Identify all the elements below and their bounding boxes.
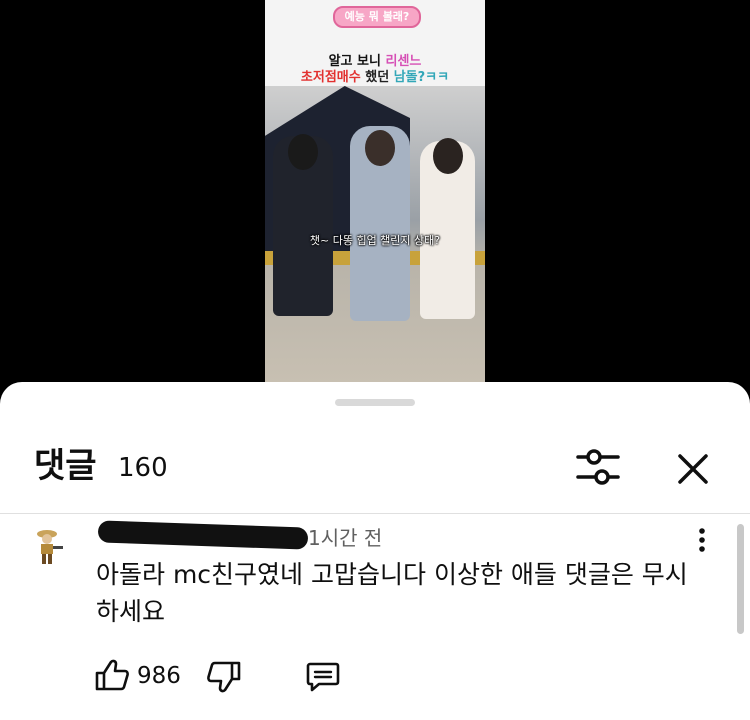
sort-filter-button[interactable] [574, 445, 622, 489]
comment-avatar[interactable] [30, 524, 66, 566]
like-count: 986 [137, 663, 181, 689]
comments-title: 댓글 [34, 446, 97, 486]
close-icon [678, 454, 708, 484]
sliders-icon [576, 449, 620, 485]
thumbs-up-icon [95, 659, 129, 691]
video-headline-line2: 초저점매수 했던 남돌?ㅋㅋ [300, 70, 450, 85]
reply-button[interactable] [305, 660, 341, 694]
scrollbar[interactable] [737, 524, 744, 634]
drag-handle[interactable] [335, 399, 415, 406]
avatar-icon [30, 524, 66, 566]
comments-sheet: 댓글 160 1시간 전 아돌라 mc친구였네 고맙습니다 이상한 애들 댓글은… [0, 382, 750, 720]
video-caption: 챗~ 다똥 힙업 챌린지 상태? [309, 234, 441, 247]
comments-count: 160 [118, 453, 168, 483]
author-name-redacted[interactable] [97, 520, 309, 550]
dislike-button[interactable] [206, 660, 242, 694]
head-left [288, 134, 318, 170]
close-button[interactable] [672, 448, 714, 490]
header-divider [0, 513, 750, 514]
comment-more-button[interactable] [690, 526, 714, 556]
head-center [365, 130, 395, 166]
like-button[interactable] [94, 658, 130, 692]
reply-icon [306, 662, 340, 692]
head-right [433, 138, 463, 174]
thumbs-down-icon [207, 661, 241, 693]
video-tag: 예능 뭐 볼래? [333, 6, 421, 28]
comment-time: 1시간 전 [308, 526, 383, 550]
video-player[interactable]: 예능 뭐 볼래? 알고 보니 리센느 초저점매수 했던 남돌?ㅋㅋ 챗~ 다똥 … [265, 0, 485, 385]
more-vertical-icon [699, 528, 705, 552]
comment-text: 아돌라 mc친구였네 고맙습니다 이상한 애들 댓글은 무시하세요 [96, 560, 688, 626]
